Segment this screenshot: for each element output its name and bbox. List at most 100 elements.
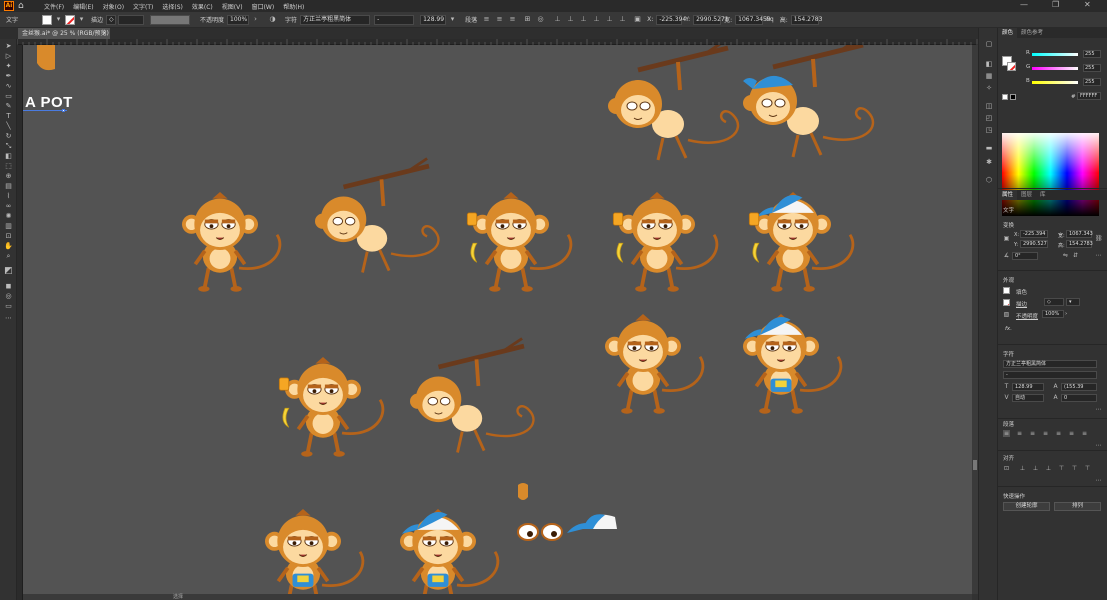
menu-effect[interactable]: 效果(C): [192, 2, 213, 11]
kerning-field[interactable]: 0: [1061, 394, 1097, 402]
chevron-right-icon[interactable]: ›: [1065, 311, 1067, 317]
symbols-panel-icon[interactable]: ✱: [984, 158, 994, 167]
stroke-weight-dropdown[interactable]: ▾: [1066, 298, 1080, 306]
link-icon[interactable]: ⛓: [1095, 235, 1103, 242]
monkey-figure[interactable]: [612, 192, 719, 292]
panel-font-family-select[interactable]: 方正兰亭粗黑简体: [1003, 360, 1097, 368]
chevron-down-icon[interactable]: ▾: [77, 15, 86, 24]
symbol-sprayer-tool-icon[interactable]: ✺: [3, 212, 14, 221]
free-transform-tool-icon[interactable]: ⬚: [3, 162, 14, 171]
opacity-field[interactable]: 100%: [227, 14, 250, 25]
hand-tool-icon[interactable]: ✋: [3, 242, 14, 251]
horizontal-scrollbar[interactable]: 选择: [23, 594, 972, 600]
red-value-field[interactable]: 255: [1083, 50, 1101, 58]
artboards-panel-icon[interactable]: ◰: [984, 114, 994, 123]
menu-view[interactable]: 视图(V): [222, 2, 243, 11]
rotate-icon[interactable]: ∡: [1003, 252, 1010, 259]
rectangle-tool-icon[interactable]: ▭: [3, 92, 14, 101]
align-left-icon[interactable]: ≡: [1003, 430, 1010, 437]
horizontal-align-right-icon[interactable]: ⊥: [1045, 465, 1052, 472]
shape-builder-tool-icon[interactable]: ⊕: [3, 172, 14, 181]
align-objects-icon[interactable]: ⊥: [592, 15, 601, 24]
vertical-align-center-icon[interactable]: ⊤: [1071, 465, 1078, 472]
monkey-figure[interactable]: [605, 314, 705, 414]
chevron-right-icon[interactable]: ›: [251, 15, 260, 24]
color-mode-icon[interactable]: ◼: [3, 282, 14, 291]
scale-tool-icon[interactable]: ⤡: [3, 142, 14, 151]
monkey-figure[interactable]: [743, 314, 843, 414]
reference-point-icon[interactable]: ▣: [633, 15, 642, 24]
menu-edit[interactable]: 编辑(E): [73, 2, 93, 11]
close-window-icon[interactable]: ✕: [1084, 0, 1091, 9]
recolor-icon[interactable]: ◑: [268, 15, 277, 24]
monkey-figure[interactable]: [265, 509, 365, 594]
black-swatch[interactable]: [1010, 94, 1016, 100]
font-family-select[interactable]: 方正兰亭粗黑简体: [300, 14, 371, 25]
menu-file[interactable]: 文件(F): [44, 2, 64, 11]
tab-layers[interactable]: 图层: [1017, 190, 1036, 200]
variable-width-profile[interactable]: [150, 14, 191, 25]
selection-handle[interactable]: [62, 109, 65, 112]
opacity-field[interactable]: 100%: [1042, 310, 1064, 318]
target-icon[interactable]: ◎: [536, 15, 545, 24]
justify-all-icon[interactable]: ≡: [1081, 430, 1088, 437]
align-center-icon[interactable]: ≡: [1016, 430, 1023, 437]
menu-select[interactable]: 选择(S): [162, 2, 183, 11]
tab-color-guide[interactable]: 颜色参考: [1017, 28, 1047, 38]
zoom-tool-icon[interactable]: ⌕: [3, 252, 14, 261]
artwork[interactable]: [23, 45, 972, 594]
char-label[interactable]: 字符: [285, 15, 297, 24]
x-field[interactable]: -225.394: [656, 14, 686, 25]
font-size-field[interactable]: 128.99: [420, 14, 447, 25]
fx-button[interactable]: fx.: [1005, 326, 1012, 332]
blue-slider[interactable]: [1032, 81, 1078, 84]
align-objects-icon[interactable]: ⊥: [579, 15, 588, 24]
menu-window[interactable]: 窗口(W): [252, 2, 275, 11]
chevron-down-icon[interactable]: ▾: [448, 15, 457, 24]
hanging-monkey[interactable]: [315, 157, 440, 273]
minimize-icon[interactable]: —: [1020, 0, 1028, 9]
close-tab-icon[interactable]: ×: [102, 28, 107, 39]
more-options-icon[interactable]: ⋯: [1095, 252, 1102, 259]
transform-panel-icon[interactable]: ⬡: [984, 176, 994, 185]
rotate-tool-icon[interactable]: ↻: [3, 132, 14, 141]
stroke-label[interactable]: 描边: [1016, 300, 1027, 308]
stroke-weight-stepper[interactable]: ◇: [106, 14, 117, 25]
selection-tool-icon[interactable]: ➤: [3, 42, 14, 51]
panel-x-field[interactable]: -225.394: [1020, 230, 1048, 238]
magic-wand-tool-icon[interactable]: ✦: [3, 62, 14, 71]
leading-field[interactable]: (155.39: [1061, 383, 1097, 391]
stroke-weight-field[interactable]: [118, 14, 145, 25]
link-label[interactable]: Eq: [766, 16, 774, 23]
more-options-icon[interactable]: ⋯: [1095, 442, 1102, 449]
hanging-monkey[interactable]: [410, 337, 535, 453]
vertical-align-bottom-icon[interactable]: ⊤: [1084, 465, 1091, 472]
panel-font-style-select[interactable]: -: [1003, 371, 1097, 379]
draw-mode-icon[interactable]: ◎: [3, 292, 14, 301]
menu-object[interactable]: 对象(O): [103, 2, 124, 11]
comments-icon[interactable]: ▢: [984, 40, 994, 49]
y-field[interactable]: 2990.5271: [693, 14, 729, 25]
align-right-icon[interactable]: ≡: [508, 15, 517, 24]
eyedropper-tool-icon[interactable]: ⌇: [3, 192, 14, 201]
scrollbar-thumb[interactable]: [973, 460, 977, 470]
horizontal-align-left-icon[interactable]: ⊥: [1019, 465, 1026, 472]
flip-vertical-icon[interactable]: ⇵: [1072, 252, 1079, 259]
tab-properties[interactable]: 属性: [998, 190, 1018, 200]
angle-field[interactable]: 0°: [1012, 252, 1038, 260]
maximize-icon[interactable]: ❐: [1052, 0, 1059, 9]
align-objects-icon[interactable]: ⊥: [553, 15, 562, 24]
monkey-figure[interactable]: [748, 192, 855, 292]
panel-y-field[interactable]: 2990.527: [1020, 240, 1048, 248]
align-objects-icon[interactable]: ⊥: [605, 15, 614, 24]
horizontal-align-center-icon[interactable]: ⊥: [1032, 465, 1039, 472]
curvature-tool-icon[interactable]: ∿: [3, 82, 14, 91]
align-center-icon[interactable]: ≡: [495, 15, 504, 24]
home-icon[interactable]: ⌂: [18, 1, 28, 11]
chevron-down-icon[interactable]: ▾: [54, 15, 63, 24]
menu-help[interactable]: 帮助(H): [283, 2, 304, 11]
monkey-figure[interactable]: [466, 192, 573, 292]
hex-field[interactable]: FFFFFF: [1077, 92, 1101, 100]
create-outlines-button[interactable]: 创建轮廓: [1003, 502, 1050, 511]
more-tools-icon[interactable]: ⋯: [3, 314, 14, 323]
